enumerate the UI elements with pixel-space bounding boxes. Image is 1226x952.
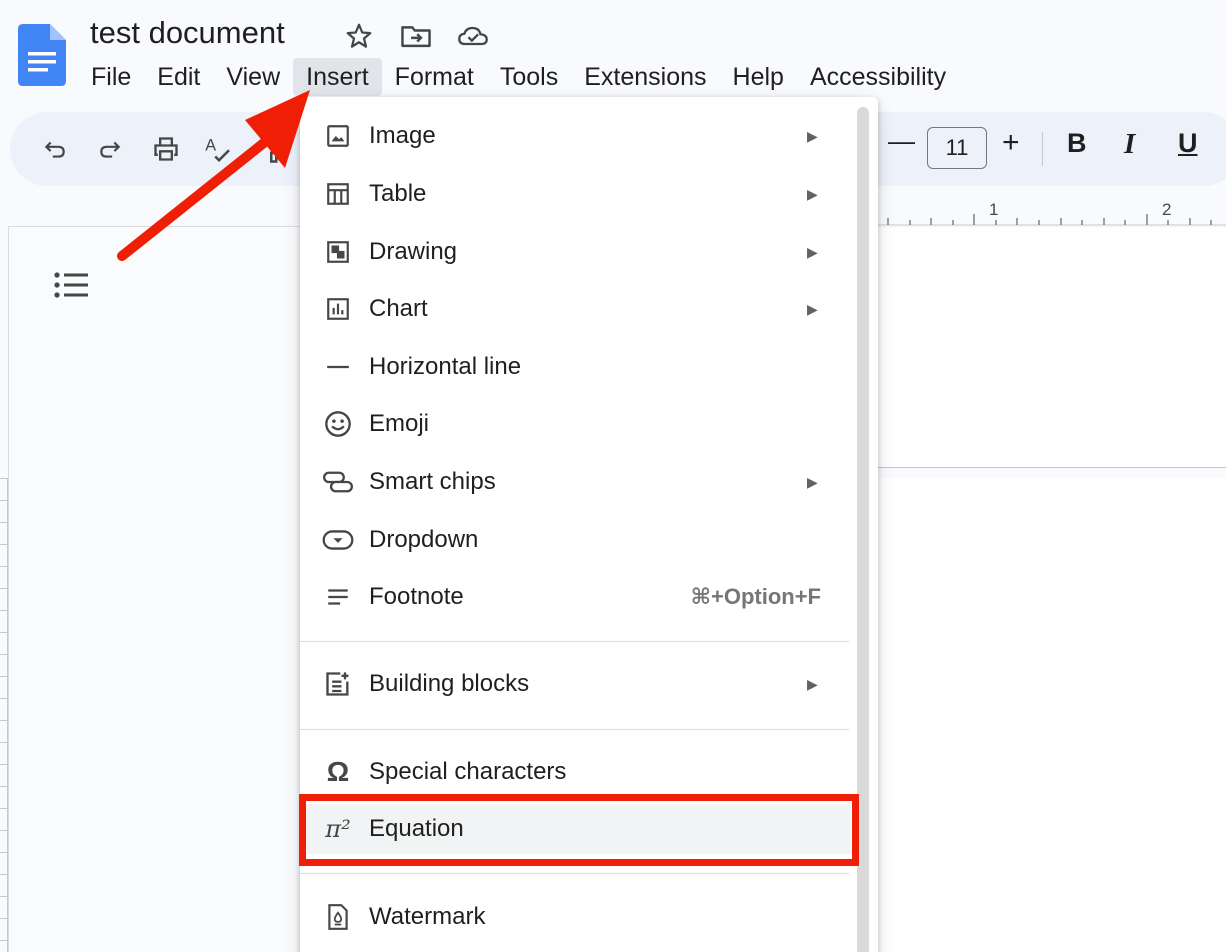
star-icon[interactable]	[343, 20, 375, 52]
menu-item-chart[interactable]: Chart ▶	[300, 284, 850, 334]
submenu-arrow-icon: ▶	[807, 473, 818, 490]
menu-item-table[interactable]: Table ▶	[300, 169, 850, 219]
chart-icon	[322, 293, 354, 325]
menu-format[interactable]: Format	[382, 58, 487, 96]
submenu-arrow-icon: ▶	[807, 675, 818, 692]
menu-help[interactable]: Help	[720, 58, 797, 96]
document-title[interactable]: test document	[90, 15, 285, 51]
move-to-folder-icon[interactable]	[400, 20, 432, 52]
submenu-arrow-icon: ▶	[807, 300, 818, 317]
menu-item-label: Chart	[369, 295, 428, 322]
smart-chips-icon	[322, 466, 354, 498]
menu-item-label: Image	[369, 122, 436, 149]
building-blocks-icon	[322, 668, 354, 700]
menu-item-watermark[interactable]: Watermark	[300, 892, 850, 942]
omega-glyph: Ω	[326, 756, 350, 787]
menu-item-smart-chips[interactable]: Smart chips ▶	[300, 457, 850, 507]
equation-highlight-box	[299, 794, 859, 866]
side-grid-edge	[0, 478, 8, 952]
menu-item-label: Dropdown	[369, 526, 479, 553]
increase-font-button[interactable]: +	[1002, 126, 1020, 160]
cloud-saved-icon[interactable]	[457, 20, 489, 52]
menu-item-label: Footnote	[369, 583, 464, 610]
menu-item-label: Special characters	[369, 758, 567, 785]
ruler-mark-1: 1	[989, 200, 999, 219]
horizontal-ruler[interactable]	[878, 196, 1226, 226]
font-size-input[interactable]: 11	[927, 127, 987, 169]
menu-item-label: Smart chips	[369, 468, 496, 495]
page-break-line	[878, 467, 1226, 468]
menu-accessibility[interactable]: Accessibility	[797, 58, 959, 96]
menu-item-emoji[interactable]: Emoji	[300, 399, 850, 449]
menu-item-footnote[interactable]: Footnote ⌘+Option+F	[300, 572, 850, 622]
document-outline-icon[interactable]	[52, 270, 90, 304]
decrease-font-button[interactable]: —	[888, 126, 915, 157]
menu-divider	[300, 729, 849, 730]
menu-item-dropdown[interactable]: Dropdown	[300, 515, 850, 565]
menu-item-drawing[interactable]: Drawing ▶	[300, 227, 850, 277]
toolbar-divider	[1042, 132, 1043, 166]
menu-tools[interactable]: Tools	[487, 58, 571, 96]
document-outline-panel	[8, 226, 308, 952]
document-page-2[interactable]	[878, 478, 1226, 952]
menu-divider	[300, 873, 849, 874]
footnote-icon	[322, 581, 354, 613]
menu-extensions[interactable]: Extensions	[571, 58, 719, 96]
bold-button[interactable]: B	[1067, 128, 1087, 159]
menu-item-building-blocks[interactable]: Building blocks ▶	[300, 659, 850, 709]
underline-button[interactable]: U	[1178, 128, 1198, 159]
undo-icon[interactable]	[38, 132, 72, 166]
submenu-arrow-icon: ▶	[807, 185, 818, 202]
menu-item-image[interactable]: Image ▶	[300, 111, 850, 161]
menu-item-label: Drawing	[369, 238, 458, 265]
emoji-icon	[322, 408, 354, 440]
menu-item-label: Horizontal line	[369, 353, 522, 380]
document-page[interactable]	[878, 228, 1226, 468]
ruler-mark-2: 2	[1162, 200, 1172, 219]
google-docs-logo-icon[interactable]	[18, 24, 66, 86]
menu-item-label: Watermark	[369, 903, 486, 930]
menu-divider	[300, 641, 849, 642]
menu-item-label: Building blocks	[369, 670, 530, 697]
submenu-arrow-icon: ▶	[807, 127, 818, 144]
menu-item-horizontal-line[interactable]: Horizontal line	[300, 342, 850, 392]
menu-item-label: Table	[369, 180, 427, 207]
footnote-shortcut: ⌘+Option+F	[690, 584, 821, 609]
watermark-icon	[322, 901, 354, 933]
horizontal-line-icon	[322, 351, 354, 383]
submenu-arrow-icon: ▶	[807, 243, 818, 260]
red-arrow-annotation	[117, 90, 310, 261]
dropdown-icon	[322, 524, 354, 556]
italic-button[interactable]: I	[1124, 128, 1135, 161]
menu-item-label: Emoji	[369, 410, 430, 437]
omega-icon: Ω	[322, 756, 354, 788]
menu-item-special-characters[interactable]: Ω Special characters	[300, 747, 850, 797]
